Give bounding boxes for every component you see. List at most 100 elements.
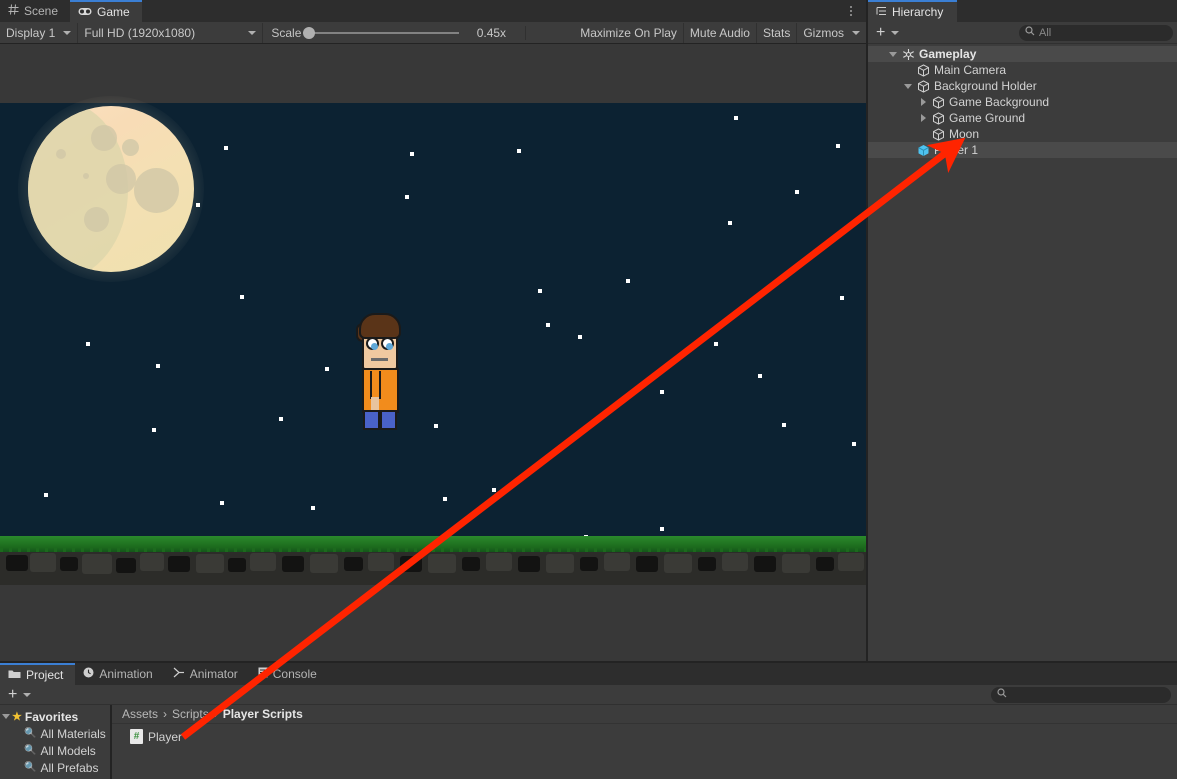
tab-scene-label: Scene xyxy=(24,4,59,18)
hierarchy-item-label: Game Ground xyxy=(949,111,1026,125)
hierarchy-toolbar: + All xyxy=(868,22,1177,44)
scale-slider-knob[interactable] xyxy=(303,26,316,39)
tab-animator-label: Animator xyxy=(189,667,238,681)
chevron-down-icon[interactable] xyxy=(886,51,900,57)
hierarchy-item-main-camera[interactable]: Main Camera xyxy=(868,62,1177,78)
hierarchy-item-game-ground[interactable]: Game Ground xyxy=(868,110,1177,126)
create-dropdown-button[interactable]: + xyxy=(872,24,903,42)
favorite-all-materials[interactable]: 🔍 All Materials xyxy=(0,725,110,742)
chevron-down-icon xyxy=(891,30,900,35)
favorite-all-models[interactable]: 🔍 All Models xyxy=(0,742,110,759)
tab-game[interactable]: Game xyxy=(70,0,142,22)
cube-icon xyxy=(930,95,946,109)
search-icon: 🔍 xyxy=(24,728,37,739)
panel-menu-icon[interactable] xyxy=(842,0,860,22)
csharp-script-icon: # xyxy=(130,729,143,744)
unity-editor-window: Scene Game Display 1 Full HD (1920x1080)… xyxy=(0,0,1177,779)
game-view-panel: Scene Game Display 1 Full HD (1920x1080)… xyxy=(0,0,866,661)
project-panel: Project Animation Animator Console + ★ F… xyxy=(0,661,1177,779)
chevron-right-icon[interactable] xyxy=(916,98,930,106)
chevron-down-icon xyxy=(23,692,32,697)
clock-icon xyxy=(83,667,94,681)
hierarchy-item-label: Main Camera xyxy=(934,63,1007,77)
letterbox-top xyxy=(0,44,866,103)
hierarchy-item-player-1[interactable]: Player 1 xyxy=(868,142,1177,158)
stats-button[interactable]: Stats xyxy=(757,22,798,43)
asset-item-player[interactable]: # Player xyxy=(112,724,1177,744)
hierarchy-tabbar: Hierarchy xyxy=(868,0,1177,22)
player-mouth xyxy=(371,358,388,361)
favorite-label: All Models xyxy=(40,743,96,758)
display-label: Display 1 xyxy=(6,25,56,40)
hierarchy-icon xyxy=(876,5,887,19)
scale-slider[interactable] xyxy=(303,26,460,39)
game-view-toolbar: Display 1 Full HD (1920x1080) Scale 0.45… xyxy=(0,22,866,44)
breadcrumb-sep: › xyxy=(213,707,218,721)
project-search-input[interactable] xyxy=(991,686,1171,703)
chevron-down-icon xyxy=(63,30,72,35)
project-favorites-tree: ★ Favorites 🔍 All Materials 🔍 All Models… xyxy=(0,705,112,779)
hierarchy-item-label: Gameplay xyxy=(919,47,977,61)
scale-label: Scale xyxy=(271,25,302,40)
tab-hierarchy[interactable]: Hierarchy xyxy=(868,0,958,22)
favorites-header[interactable]: ★ Favorites xyxy=(0,708,110,725)
hierarchy-item-game-background[interactable]: Game Background xyxy=(868,94,1177,110)
breadcrumb: Assets › Scripts › Player Scripts xyxy=(112,705,1177,724)
player-leg-right xyxy=(380,410,397,430)
resolution-dropdown[interactable]: Full HD (1920x1080) xyxy=(78,22,264,43)
hierarchy-tree: Gameplay Main Camera Background Holder Game… xyxy=(868,44,1177,158)
gizmos-label: Gizmos xyxy=(803,25,844,40)
tab-animator[interactable]: Animator xyxy=(165,663,250,685)
breadcrumb-player-scripts[interactable]: Player Scripts xyxy=(223,707,303,721)
tab-scene[interactable]: Scene xyxy=(0,0,71,22)
hierarchy-item-gameplay[interactable]: Gameplay xyxy=(868,46,1177,62)
hierarchy-search-input[interactable]: All xyxy=(1019,24,1173,41)
tab-project[interactable]: Project xyxy=(0,663,76,685)
breadcrumb-assets[interactable]: Assets xyxy=(122,707,158,721)
cube-icon xyxy=(930,111,946,125)
scale-value: 0.45x xyxy=(476,25,507,40)
project-create-button[interactable]: + xyxy=(4,686,35,704)
player-eye-right xyxy=(381,337,394,350)
project-body: ★ Favorites 🔍 All Materials 🔍 All Models… xyxy=(0,705,1177,779)
moon-sprite xyxy=(18,96,204,282)
maximize-on-play-label: Maximize On Play xyxy=(580,25,677,40)
tab-animation[interactable]: Animation xyxy=(75,663,164,685)
tab-console[interactable]: Console xyxy=(250,663,329,685)
star-icon: ★ xyxy=(12,711,22,723)
player-hand xyxy=(371,397,379,411)
favorites-label: Favorites xyxy=(24,709,79,724)
mute-audio-button[interactable]: Mute Audio xyxy=(684,22,757,43)
hierarchy-item-background-holder[interactable]: Background Holder xyxy=(868,78,1177,94)
search-icon: 🔍 xyxy=(24,745,37,756)
display-dropdown[interactable]: Display 1 xyxy=(0,22,79,43)
scale-control[interactable]: Scale 0.45x xyxy=(263,25,527,40)
chevron-right-icon[interactable] xyxy=(916,114,930,122)
player-sprite xyxy=(355,313,403,430)
favorite-all-prefabs[interactable]: 🔍 All Prefabs xyxy=(0,759,110,776)
favorite-label: All Prefabs xyxy=(40,760,99,775)
hierarchy-item-label: Player 1 xyxy=(934,143,979,157)
tab-project-label: Project xyxy=(26,668,64,682)
hierarchy-item-moon[interactable]: Moon xyxy=(868,126,1177,142)
maximize-on-play-button[interactable]: Maximize On Play xyxy=(574,22,684,43)
gamepad-icon xyxy=(78,5,92,19)
search-icon: 🔍 xyxy=(24,762,37,773)
chevron-down-icon[interactable] xyxy=(901,83,915,89)
tab-hierarchy-label: Hierarchy xyxy=(892,5,944,19)
player-arm-line-left xyxy=(370,371,372,399)
scene-icon xyxy=(900,48,916,61)
resolution-label: Full HD (1920x1080) xyxy=(84,25,196,40)
tab-game-label: Game xyxy=(97,5,130,19)
rock-layer xyxy=(0,552,866,585)
game-ground xyxy=(0,536,866,585)
game-view-tabbar: Scene Game xyxy=(0,0,866,22)
breadcrumb-scripts[interactable]: Scripts xyxy=(172,707,209,721)
game-render-surface[interactable] xyxy=(0,44,866,661)
hierarchy-item-label: Game Background xyxy=(949,95,1050,109)
grid-icon xyxy=(8,4,19,18)
prefab-icon xyxy=(915,144,931,157)
chevron-down-icon[interactable] xyxy=(0,714,12,719)
gizmos-button[interactable]: Gizmos xyxy=(797,23,866,43)
chevron-down-icon xyxy=(852,30,860,35)
